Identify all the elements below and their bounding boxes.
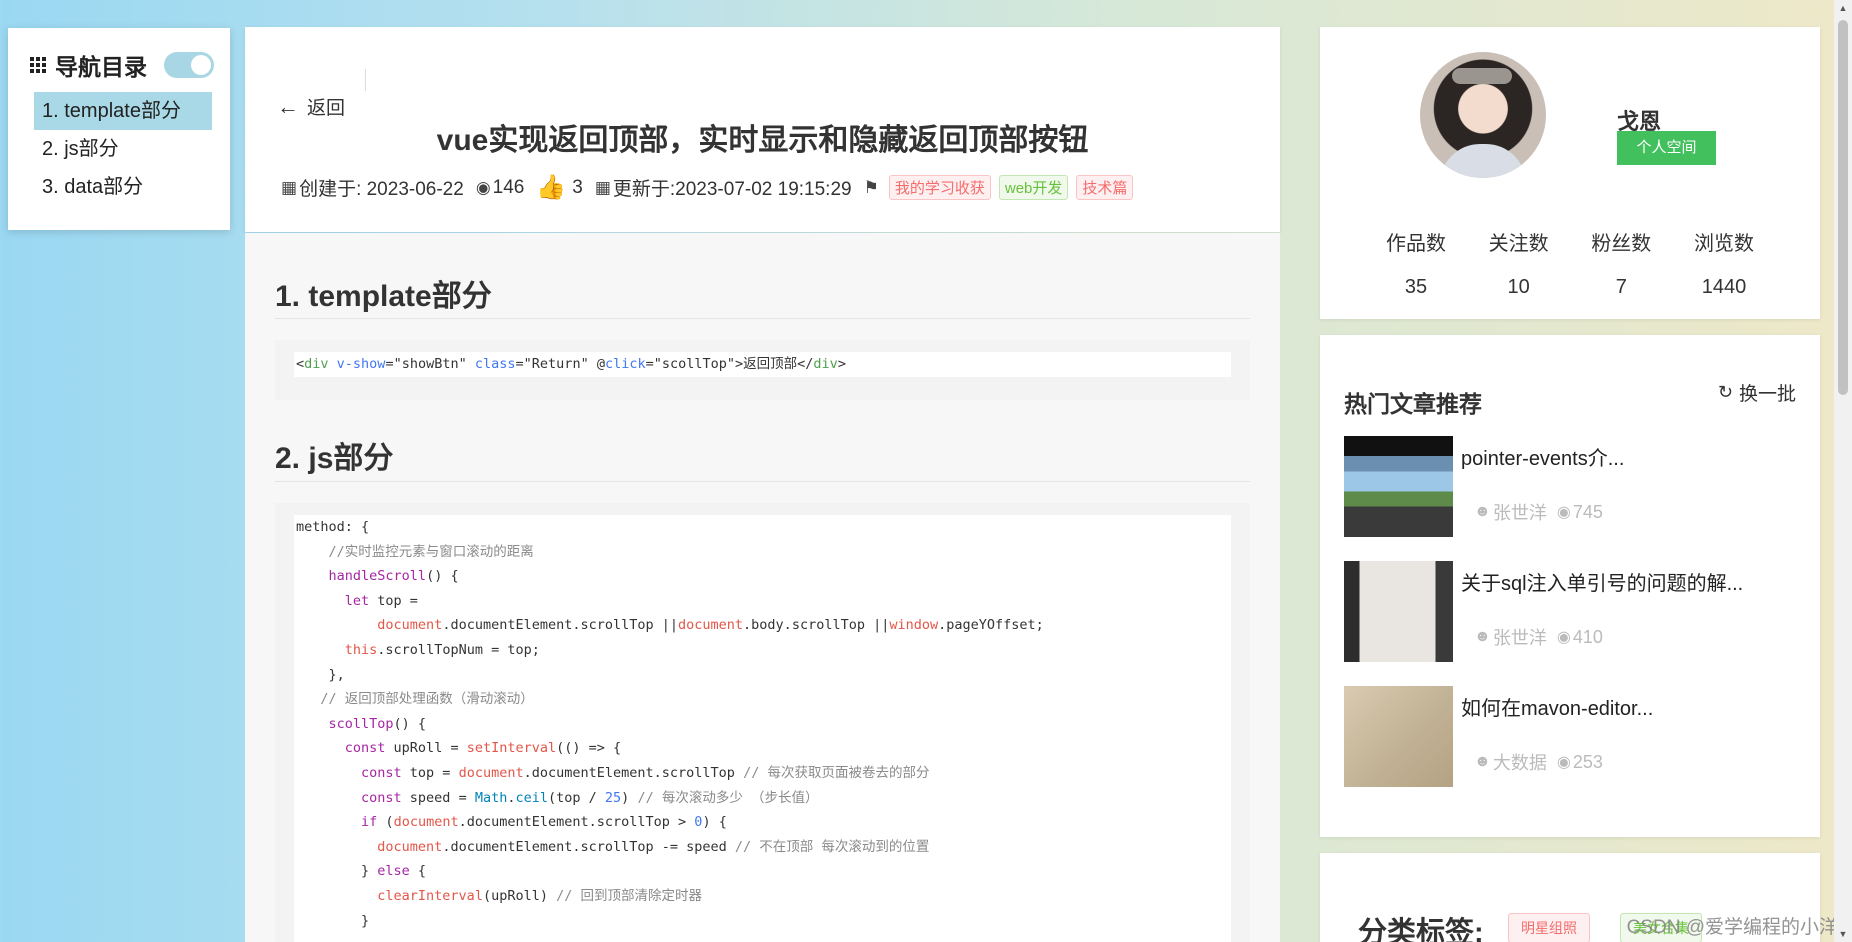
avatar[interactable]	[1420, 52, 1546, 178]
toc-item-data[interactable]: 3. data部分	[34, 168, 212, 206]
profile-card: 戈恩 个人空间 作品数 35 关注数 10 粉丝数 7 浏览数 1440	[1320, 27, 1820, 319]
article-meta: ▦ 创建于: 2023-06-22 ◉ 146 👍 3 ▦ 更新于:2023-0…	[281, 173, 1134, 202]
hot-article-item[interactable]: pointer-events介... ☻ 张世洋 ◉ 745	[1344, 436, 1796, 537]
tag-web[interactable]: web开发	[998, 175, 1069, 200]
section-heading-template: 1. template部分	[275, 280, 492, 313]
tag-study[interactable]: 我的学习收获	[888, 175, 991, 200]
csdn-watermark: CSDN @爱学编程的小洋	[1626, 917, 1838, 938]
category-title: 分类标签:	[1358, 917, 1484, 942]
thumbs-up-icon[interactable]: 👍	[536, 173, 566, 202]
updated-date: 更新于:2023-07-02 19:15:29	[612, 179, 852, 200]
toc-list: 1. template部分 2. js部分 3. data部分	[34, 92, 216, 206]
eye-icon: ◉	[1556, 629, 1571, 646]
scroll-up-icon[interactable]: ▲	[1834, 0, 1852, 16]
tag-tech[interactable]: 技术篇	[1076, 175, 1134, 200]
toc-toggle-switch[interactable]	[164, 52, 214, 78]
toc-panel: 导航目录 1. template部分 2. js部分 3. data部分	[8, 28, 230, 230]
stat-fans: 粉丝数 7	[1580, 227, 1662, 299]
stat-label: 关注数	[1488, 233, 1549, 255]
view-count: 146	[492, 176, 525, 198]
code-block-template: <div v-show="showBtn" class="Return" @cl…	[275, 340, 1250, 400]
hot-articles-card: 热门文章推荐 ↻ 换一批 pointer-events介... ☻ 张世洋 ◉ …	[1320, 335, 1820, 837]
hot-article-views: 253	[1572, 751, 1603, 772]
personal-space-button[interactable]: 个人空间	[1617, 131, 1716, 165]
eye-icon: ◉	[1556, 754, 1571, 771]
calendar-icon: ▦	[281, 177, 298, 197]
article-body: 1. template部分 <div v-show="showBtn" clas…	[245, 233, 1280, 942]
article-thumbnail	[1344, 436, 1453, 537]
refresh-button[interactable]: ↻ 换一批	[1718, 379, 1796, 406]
toc-item-js[interactable]: 2. js部分	[34, 130, 212, 168]
scrollbar-thumb[interactable]	[1838, 20, 1848, 395]
like-count: 3	[572, 176, 583, 198]
hot-article-meta: ☻ 张世洋 ◉ 745	[1474, 499, 1603, 525]
code-block-js: method: { //实时监控元素与窗口滚动的距离 handleScroll(…	[275, 503, 1250, 942]
hot-articles-title: 热门文章推荐	[1344, 391, 1482, 417]
created-date: 创建于: 2023-06-22	[299, 179, 464, 200]
user-icon: ☻	[1474, 753, 1491, 770]
stat-value: 35	[1404, 276, 1428, 298]
grid-icon	[30, 56, 47, 74]
toc-title: 导航目录	[55, 54, 147, 80]
stat-works: 作品数 35	[1375, 227, 1457, 299]
article-thumbnail	[1344, 561, 1453, 662]
stat-value: 1440	[1701, 276, 1747, 298]
article-thumbnail	[1344, 686, 1453, 787]
stat-value: 10	[1507, 276, 1530, 298]
profile-stats: 作品数 35 关注数 10 粉丝数 7 浏览数 1440	[1375, 227, 1765, 299]
toc-item-template[interactable]: 1. template部分	[34, 92, 212, 130]
scroll-down-icon[interactable]: ▼	[1834, 926, 1852, 942]
hot-article-title[interactable]: 如何在mavon-editor...	[1461, 692, 1653, 721]
heading-divider	[275, 481, 1250, 482]
code-content: <div v-show="showBtn" class="Return" @cl…	[294, 352, 1231, 377]
hot-article-views: 410	[1572, 626, 1603, 647]
toc-header: 导航目录	[22, 50, 216, 80]
header-divider	[365, 69, 366, 91]
stat-label: 粉丝数	[1591, 233, 1652, 255]
hot-article-title[interactable]: 关于sql注入单引号的问题的解...	[1461, 567, 1743, 596]
hot-article-item[interactable]: 关于sql注入单引号的问题的解... ☻ 张世洋 ◉ 410	[1344, 561, 1796, 662]
hot-article-views: 745	[1572, 501, 1603, 522]
code-content: method: { //实时监控元素与窗口滚动的距离 handleScroll(…	[294, 515, 1231, 942]
category-tag[interactable]: 明星组照	[1508, 913, 1590, 942]
stat-label: 浏览数	[1693, 233, 1754, 255]
stat-following: 关注数 10	[1478, 227, 1560, 299]
article-title: vue实现返回顶部，实时显示和隐藏返回顶部按钮	[436, 124, 1089, 157]
hot-article-author: 张世洋	[1492, 628, 1547, 648]
page-scrollbar[interactable]: ▲ ▼	[1834, 0, 1852, 942]
user-icon: ☻	[1474, 628, 1491, 645]
section-heading-js: 2. js部分	[275, 442, 394, 475]
eye-icon: ◉	[1556, 504, 1571, 521]
hot-article-title[interactable]: pointer-events介...	[1461, 442, 1624, 471]
article-header: ← 返回 vue实现返回顶部，实时显示和隐藏返回顶部按钮 ▦ 创建于: 2023…	[245, 27, 1280, 232]
stat-label: 作品数	[1386, 233, 1446, 255]
hot-article-author: 张世洋	[1492, 503, 1547, 523]
refresh-label: 换一批	[1738, 384, 1796, 405]
hot-article-item[interactable]: 如何在mavon-editor... ☻ 大数据 ◉ 253	[1344, 686, 1796, 787]
eye-icon: ◉	[475, 177, 491, 197]
bookmark-icon: ⚑	[863, 177, 879, 197]
hot-article-meta: ☻ 张世洋 ◉ 410	[1474, 624, 1603, 650]
heading-divider	[275, 318, 1250, 319]
hot-article-meta: ☻ 大数据 ◉ 253	[1474, 749, 1603, 775]
stat-value: 7	[1615, 276, 1627, 298]
stat-views: 浏览数 1440	[1683, 227, 1765, 299]
calendar-icon: ▦	[594, 177, 611, 197]
hot-article-author: 大数据	[1492, 753, 1547, 773]
refresh-icon: ↻	[1717, 382, 1733, 402]
user-icon: ☻	[1474, 503, 1491, 520]
